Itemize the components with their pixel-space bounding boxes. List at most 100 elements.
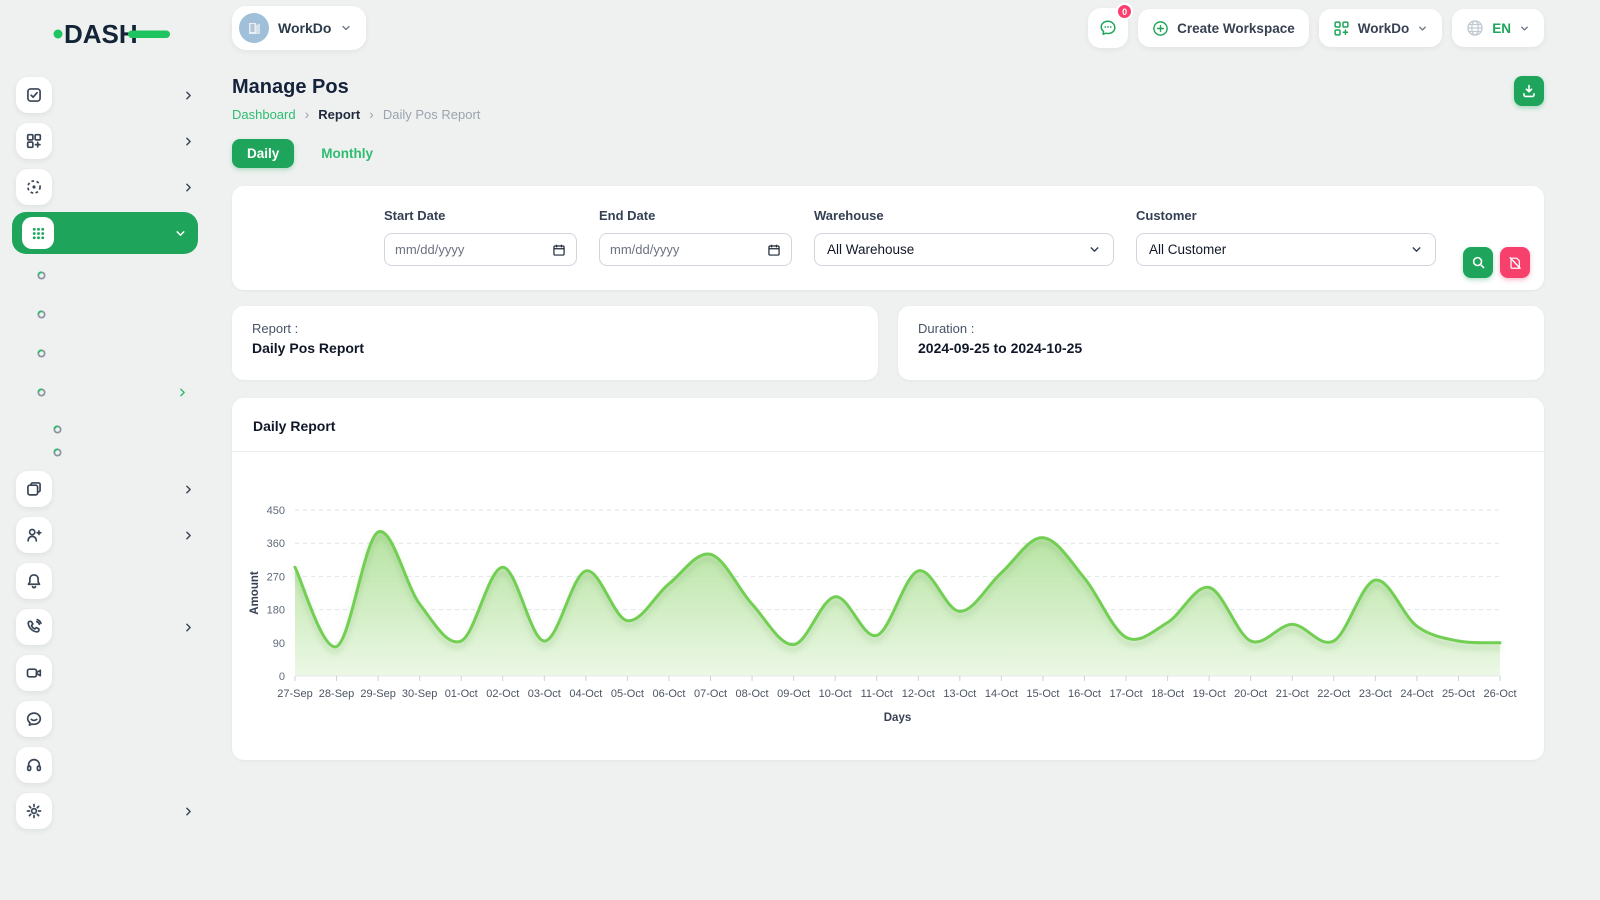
x-tick-label: 20-Oct (1234, 688, 1267, 700)
x-tick-label: 27-Sep (277, 688, 312, 700)
download-icon (1521, 83, 1537, 99)
x-tick-label: 14-Oct (985, 688, 1018, 700)
calendar-icon (552, 243, 566, 257)
helpdesk-icon (16, 747, 52, 783)
sidebar-item-requests[interactable] (0, 512, 210, 558)
x-tick-label: 22-Oct (1317, 688, 1350, 700)
building-icon (245, 19, 263, 37)
chat-icon (1098, 18, 1118, 38)
chart-title: Daily Report (232, 398, 1544, 434)
svg-text:DASH: DASH (64, 19, 138, 49)
chevron-icon (182, 621, 196, 634)
reminder-icon (16, 563, 52, 599)
y-tick-label: 0 (279, 671, 285, 683)
warehouse-select[interactable]: All Warehouse (814, 233, 1114, 266)
sidebar-item-add-pos[interactable] (0, 256, 210, 295)
sidebar-item-crm[interactable] (0, 466, 210, 512)
plus-circle-icon (1152, 20, 1169, 37)
workspace-switcher[interactable]: WorkDo (232, 6, 366, 50)
create-workspace-button[interactable]: Create Workspace (1138, 9, 1309, 47)
sidebar-item-report[interactable] (0, 373, 210, 412)
workdo-menu-label: WorkDo (1358, 21, 1410, 36)
duration-label: Duration : (918, 321, 1524, 336)
accounting-icon (16, 123, 52, 159)
tab-monthly[interactable]: Monthly (306, 139, 388, 168)
y-tick-label: 360 (267, 538, 285, 550)
calendar-icon (767, 243, 781, 257)
sidebar-item-video-hub[interactable] (0, 650, 210, 696)
page-title: Manage Pos (232, 76, 480, 99)
x-tick-label: 17-Oct (1110, 688, 1143, 700)
sidebar-item-queue-management[interactable] (0, 604, 210, 650)
breadcrumb: Dashboard›Report›Daily Pos Report (232, 106, 480, 122)
x-tick-label: 28-Sep (319, 688, 354, 700)
x-tick-label: 10-Oct (819, 688, 852, 700)
create-workspace-label: Create Workspace (1177, 21, 1295, 36)
sidebar-item-reminder[interactable] (0, 558, 210, 604)
reset-filter-button[interactable] (1500, 247, 1530, 278)
breadcrumb-item-report[interactable]: Report (318, 107, 360, 122)
bullet-icon (52, 447, 63, 458)
start-date-input[interactable]: mm/dd/yyyy (384, 233, 577, 266)
sidebar-nav (0, 68, 210, 834)
x-tick-label: 26-Oct (1483, 688, 1516, 700)
x-tick-label: 04-Oct (569, 688, 602, 700)
y-tick-label: 180 (267, 605, 285, 617)
x-tick-label: 09-Oct (777, 688, 810, 700)
tab-daily[interactable]: Daily (232, 139, 294, 168)
sidebar-item-settings[interactable] (0, 788, 210, 834)
chevron-icon (182, 805, 196, 818)
duration-summary-card: Duration : 2024-09-25 to 2024-10-25 (898, 306, 1544, 380)
chevron-icon (174, 227, 188, 240)
breadcrumb-separator: › (369, 106, 374, 122)
divider (232, 451, 1544, 452)
messenger-icon (16, 701, 52, 737)
customer-label: Customer (1136, 208, 1436, 223)
sidebar-item-pos[interactable] (12, 212, 198, 254)
bullet-icon (36, 270, 47, 281)
sidebar-item-print-barcode[interactable] (0, 334, 210, 373)
sidebar-item-helpdesk[interactable] (0, 742, 210, 788)
bullet-icon (52, 424, 63, 435)
projects-icon (16, 77, 52, 113)
messages-button[interactable]: 0 (1088, 8, 1128, 48)
chevron-down-icon (1088, 243, 1101, 256)
brand-logo[interactable]: DASH (52, 14, 210, 54)
end-date-input[interactable]: mm/dd/yyyy (599, 233, 792, 266)
filter-off-icon (1508, 256, 1522, 270)
settings-icon (16, 793, 52, 829)
requests-icon (16, 517, 52, 553)
breadcrumb-item-daily-pos-report: Daily Pos Report (383, 107, 481, 122)
report-label: Report : (252, 321, 858, 336)
x-tick-label: 08-Oct (736, 688, 769, 700)
chevron-down-icon (1519, 23, 1530, 34)
sidebar-item-pos-daily-monthly-report[interactable] (0, 420, 210, 435)
chevron-icon (182, 483, 196, 496)
sidebar-item-projects[interactable] (0, 72, 210, 118)
customer-select[interactable]: All Customer (1136, 233, 1436, 266)
customer-value: All Customer (1149, 242, 1226, 257)
daily-report-area-chart: 09018027036045027-Sep28-Sep29-Sep30-Sep0… (232, 460, 1544, 760)
x-tick-label: 13-Oct (943, 688, 976, 700)
workspace-avatar (239, 13, 269, 43)
breadcrumb-item-dashboard[interactable]: Dashboard (232, 107, 296, 122)
workdo-menu-button[interactable]: WorkDo (1319, 9, 1443, 47)
language-selector[interactable]: EN (1452, 9, 1544, 47)
filter-panel: Start Date mm/dd/yyyy End Date mm/dd/yyy… (232, 186, 1544, 290)
search-icon (1471, 255, 1486, 270)
x-tick-label: 11-Oct (861, 688, 893, 700)
sidebar-item-hrm[interactable] (0, 164, 210, 210)
sidebar-item-accounting[interactable] (0, 118, 210, 164)
y-tick-label: 270 (267, 571, 285, 583)
pos-icon (22, 217, 54, 249)
sidebar-item-messenger[interactable] (0, 696, 210, 742)
chevron-icon (182, 135, 196, 148)
sidebar-item-pos-vs-purchase-report[interactable] (0, 443, 210, 458)
x-tick-label: 24-Oct (1400, 688, 1433, 700)
end-date-placeholder: mm/dd/yyyy (610, 242, 679, 257)
sidebar-item-pos-order[interactable] (0, 295, 210, 334)
chevron-icon (182, 529, 196, 542)
apply-filter-button[interactable] (1463, 247, 1493, 278)
x-tick-label: 19-Oct (1193, 688, 1226, 700)
download-report-button[interactable] (1514, 76, 1544, 106)
